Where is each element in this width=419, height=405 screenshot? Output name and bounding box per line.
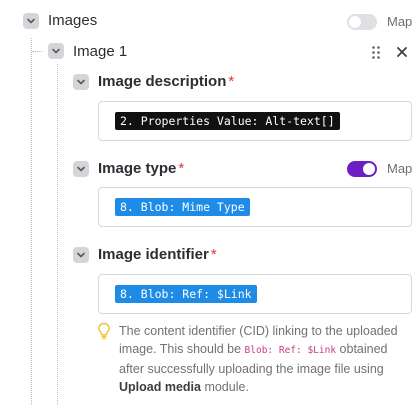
mapped-value-pill[interactable]: 8. Blob: Ref: $Link <box>115 285 257 303</box>
chevron-down-icon <box>77 79 85 85</box>
images-map-label: Map <box>387 14 413 29</box>
hint-module-link: Upload media <box>119 380 201 394</box>
chevron-down-icon <box>77 252 85 258</box>
hint-code: Blob: Ref: $Link <box>244 345 337 356</box>
identifier-collapse-button[interactable] <box>73 247 89 263</box>
tree-guide-line <box>32 51 42 52</box>
image-item-collapse-button[interactable] <box>48 43 64 59</box>
type-collapse-button[interactable] <box>73 161 89 177</box>
mapped-value-pill[interactable]: 2. Properties Value: Alt-text[] <box>115 112 340 130</box>
chevron-down-icon <box>27 18 35 24</box>
remove-item-button[interactable] <box>395 45 409 59</box>
chevron-down-icon <box>52 48 60 54</box>
description-input[interactable]: 2. Properties Value: Alt-text[] <box>98 101 412 141</box>
chevron-down-icon <box>77 166 85 172</box>
description-collapse-button[interactable] <box>73 74 89 90</box>
tree-guide-line <box>31 38 32 405</box>
type-map-toggle[interactable] <box>347 161 377 177</box>
type-label: Image type * <box>98 160 185 177</box>
close-icon <box>397 47 407 57</box>
images-map-toggle[interactable] <box>347 14 377 30</box>
type-input[interactable]: 8. Blob: Mime Type <box>98 187 412 227</box>
images-collapse-button[interactable] <box>23 13 39 29</box>
required-marker: * <box>228 73 235 90</box>
drag-handle-icon <box>372 45 380 59</box>
identifier-input[interactable]: 8. Blob: Ref: $Link <box>98 274 412 314</box>
image-item-label: Image 1 <box>73 43 128 60</box>
required-marker: * <box>210 246 217 263</box>
identifier-label: Image identifier * <box>98 246 217 263</box>
required-marker: * <box>178 160 185 177</box>
lightbulb-icon <box>98 322 110 340</box>
drag-handle-button[interactable] <box>369 44 383 60</box>
description-label: Image description * <box>98 73 235 90</box>
images-section-label: Images <box>48 12 98 29</box>
tree-guide-line <box>57 64 58 405</box>
mapped-value-pill[interactable]: 8. Blob: Mime Type <box>115 198 250 216</box>
identifier-hint: The content identifier (CID) linking to … <box>119 324 398 394</box>
type-map-label: Map <box>387 161 413 176</box>
